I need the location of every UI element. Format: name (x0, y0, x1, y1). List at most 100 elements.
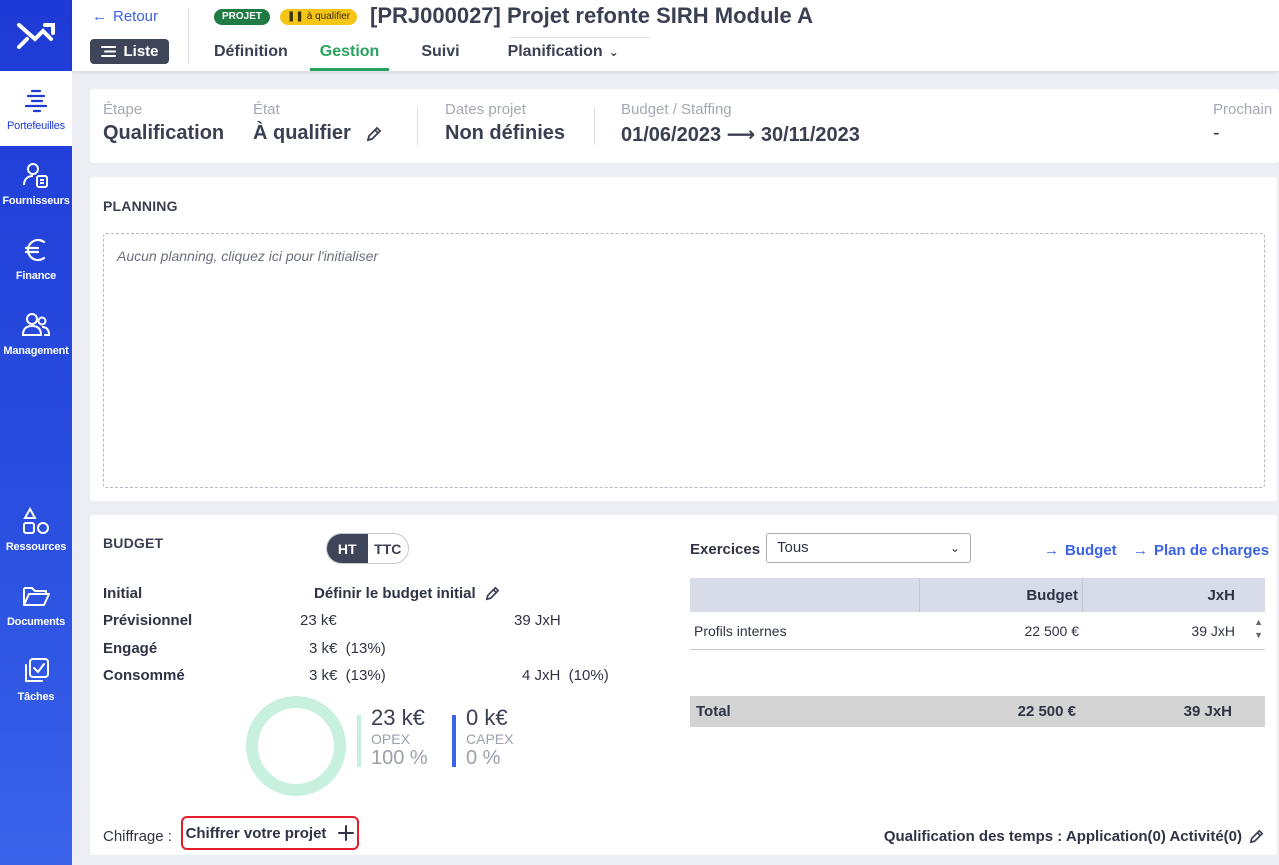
chiffrage-label: Chiffrage : (103, 828, 172, 845)
back-link[interactable]: ← Retour (92, 8, 158, 25)
table-scrollbar[interactable]: ▲ ▼ (1254, 616, 1263, 642)
sidebar-item-portefeuilles[interactable]: Portefeuilles (0, 71, 72, 146)
list-button[interactable]: Liste (90, 39, 169, 64)
prochain-value: - (1213, 122, 1220, 144)
chiffrer-button[interactable]: Chiffrer votre projet (181, 816, 359, 850)
chevron-down-icon: ⌄ (949, 541, 960, 555)
shapes-icon (23, 506, 49, 534)
page-title: [PRJ000027] Projet refonte SIRH Module A (370, 3, 813, 28)
capex-bar (452, 715, 456, 767)
budget-label: Budget / Staffing (621, 101, 732, 118)
planning-section: PLANNING Aucun planning, cliquez ici pou… (90, 177, 1277, 501)
tab-planification[interactable]: Planification ⌄ (484, 38, 635, 71)
etat-value-text: À qualifier (253, 122, 351, 144)
engage-label: Engagé (103, 640, 158, 657)
budget-link-label: Budget (1065, 542, 1117, 559)
header-divider (188, 8, 189, 64)
sidebar-item-label: Documents (6, 615, 66, 628)
tasks-icon (25, 657, 49, 682)
sidebar-item-ressources[interactable]: Ressources (0, 492, 72, 567)
consomme-jxh: 4 JxH (10%) (522, 667, 609, 684)
sidebar-item-label: Management (3, 344, 69, 357)
define-initial-budget[interactable]: Définir le budget initial (314, 585, 501, 602)
arrow-right-icon: → (1133, 542, 1148, 559)
opex-capex-donut (245, 695, 347, 797)
table-cell-name: Profils internes (694, 622, 787, 639)
budget-value: 01/06/2023 ⟶ 30/11/2023 (621, 124, 860, 146)
qualification-temps-label: Qualification des temps : Application(0)… (883, 828, 1242, 845)
plan-de-charges-link[interactable]: → Plan de charges (1133, 542, 1269, 559)
previsionnel-label: Prévisionnel (103, 612, 193, 629)
opex-kpi: 23 k€ OPEX 100 % (357, 705, 428, 770)
etape-label: Étape (103, 101, 143, 118)
sidebar-item-finance[interactable]: Finance (0, 221, 72, 296)
sidebar-item-fournisseurs[interactable]: Fournisseurs (0, 146, 72, 221)
donut-chart (246, 696, 346, 796)
total-label: Total (696, 703, 731, 720)
info-budget: Budget / Staffing 01/06/2023 ⟶ 30/11/202… (621, 101, 860, 147)
tab-planification-label: Planification (507, 43, 603, 60)
tab-suivi[interactable]: Suivi (395, 38, 483, 71)
sidebar-item-management[interactable]: Management (0, 296, 72, 371)
app-logo[interactable] (0, 0, 72, 71)
status-badge-label: à qualifier (306, 11, 351, 22)
total-budget: 22 500 € (1017, 703, 1076, 720)
exercices-select[interactable]: Tous ⌄ (766, 533, 971, 563)
exercices-label: Exercices (690, 541, 761, 558)
arrow-left-icon: ← (92, 8, 107, 25)
etape-value: Qualification (103, 122, 225, 144)
tab-gestion[interactable]: Gestion (304, 38, 396, 71)
sidebar-item-documents[interactable]: Documents (0, 567, 72, 642)
initial-label: Initial (103, 585, 143, 602)
chiffrer-button-label: Chiffrer votre projet (185, 824, 327, 842)
table-header-budget: Budget (920, 578, 1083, 612)
donut-slice-opex (246, 696, 346, 796)
planning-title: PLANNING (103, 198, 178, 214)
budget-table: Budget JxH Profils internes 22 500 € 39 … (690, 578, 1265, 650)
status-badge: ❚❚ à qualifier (280, 9, 358, 25)
toggle-ht[interactable]: HT (327, 534, 368, 563)
info-divider (417, 107, 418, 145)
menu-icon (101, 46, 117, 57)
dates-label: Dates projet (445, 101, 526, 118)
ht-ttc-toggle: HT TTC (326, 533, 409, 564)
info-dates: Dates projet Non définies (445, 101, 565, 145)
info-prochain: Prochain - (1213, 101, 1272, 145)
budget-section: BUDGET HT TTC Initial Définir le budget … (90, 515, 1277, 855)
planning-empty-text: Aucun planning, cliquez ici pour l'initi… (117, 248, 379, 264)
tab-definition[interactable]: Définition (198, 38, 304, 71)
sidebar-item-taches[interactable]: Tâches (0, 642, 72, 717)
pencil-icon[interactable] (365, 125, 383, 143)
pencil-icon (1249, 829, 1264, 844)
exercices-value: Tous (777, 539, 809, 556)
info-etape: Étape Qualification (103, 101, 224, 145)
project-info-bar: Étape Qualification État À qualifier Dat… (90, 89, 1279, 163)
sidebar-item-label: Fournisseurs (2, 194, 70, 207)
qualification-temps[interactable]: Qualification des temps : Application(0)… (884, 828, 1265, 845)
page-header: ← Retour Liste PROJET ❚❚ à qualifier [PRJ… (72, 0, 1279, 71)
tab-bar: Définition Gestion Suivi Planification ⌄ (198, 38, 635, 71)
previsionnel-jxh: 39 JxH (514, 612, 561, 629)
dates-value: Non définies (445, 122, 566, 144)
table-row: Profils internes 22 500 € 39 JxH ▲ ▼ (690, 612, 1265, 650)
define-initial-budget-label: Définir le budget initial (314, 585, 476, 602)
table-cell-budget: 22 500 € (1024, 622, 1080, 639)
consomme-label: Consommé (103, 667, 185, 684)
portfolio-icon (24, 89, 48, 112)
supplier-icon (23, 162, 48, 188)
table-header: Budget JxH (690, 578, 1265, 612)
info-divider (594, 107, 595, 145)
prochain-label: Prochain (1213, 101, 1273, 118)
plus-icon (338, 825, 355, 841)
budget-link[interactable]: → Budget (1044, 542, 1117, 559)
consomme-amount: 3 k€ (13%) (309, 667, 386, 684)
chevron-down-icon: ⌄ (608, 45, 619, 59)
sidebar-item-label: Ressources (5, 540, 67, 553)
opex-value: 23 k€ (371, 705, 425, 730)
total-jxh: 39 JxH (1183, 703, 1232, 720)
pause-icon: ❚❚ (287, 11, 304, 22)
plan-de-charges-link-label: Plan de charges (1154, 542, 1270, 559)
planning-init-zone[interactable]: Aucun planning, cliquez ici pour l'initi… (103, 233, 1265, 488)
toggle-ttc[interactable]: TTC (368, 534, 409, 563)
table-header-name (690, 578, 920, 612)
